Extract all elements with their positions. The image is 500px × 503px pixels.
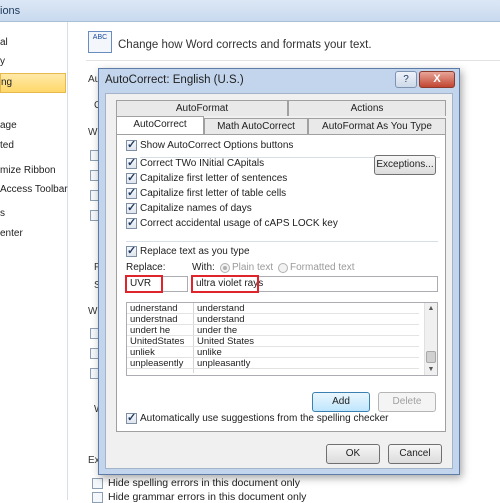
replace-as-you-type-label: Replace text as you type — [140, 246, 250, 257]
capitalize-table-cells-label: Capitalize first letter of table cells — [140, 188, 287, 199]
formatted-text-radio[interactable] — [278, 263, 288, 273]
sidebar-item-customize-ribbon[interactable]: mize Ribbon — [0, 165, 56, 176]
header-divider — [86, 60, 500, 61]
hide-spelling-errors-label: Hide spelling errors in this document on… — [108, 477, 301, 489]
proofing-abc-icon: ABC — [88, 31, 112, 53]
sidebar-item-add-ins[interactable]: s — [0, 208, 5, 219]
capitalize-days-checkbox[interactable] — [126, 201, 137, 214]
tab-actions[interactable]: Actions — [288, 100, 446, 116]
entries-scrollbar[interactable]: ▲ ▼ — [424, 303, 437, 375]
sidebar-item-general[interactable]: al — [0, 37, 8, 48]
replace-as-you-type-checkbox[interactable] — [126, 244, 137, 257]
plain-text-radio[interactable] — [220, 263, 230, 273]
proofing-header-text: Change how Word corrects and formats you… — [118, 39, 372, 51]
entry-from: unpleasently — [130, 358, 184, 369]
sidebar-item-trust-center[interactable]: enter — [0, 228, 23, 239]
tab-autoformat[interactable]: AutoFormat — [116, 100, 288, 116]
options-title-bar: ions — [0, 0, 500, 22]
with-label: With: — [192, 262, 215, 273]
capitalize-days-label: Capitalize names of days — [140, 203, 252, 214]
scroll-down-arrow-icon[interactable]: ▼ — [425, 364, 437, 375]
replace-label: Replace: — [126, 262, 166, 273]
add-button[interactable]: Add — [312, 392, 370, 412]
auto-suggestions-label: Automatically use suggestions from the s… — [140, 413, 389, 424]
show-options-buttons-label: Show AutoCorrect Options buttons — [140, 140, 294, 151]
entry-to: unpleasantly — [197, 358, 251, 369]
entry-from: understnad — [130, 314, 178, 325]
proofing-icon-text: ABC — [92, 34, 108, 41]
tab-autoformat-as-you-type[interactable]: AutoFormat As You Type — [308, 118, 446, 134]
entry-from: unliek — [130, 347, 155, 358]
caps-lock-label: Correct accidental usage of cAPS LOCK ke… — [140, 218, 338, 229]
correct-two-initial-capitals-checkbox[interactable] — [126, 156, 137, 169]
sidebar-item-advanced[interactable]: ted — [0, 140, 14, 151]
correct-two-initial-capitals-label: Correct TWo INitial CApitals — [140, 158, 265, 169]
autocorrect-dialog: AutoCorrect: English (U.S.) ? X AutoForm… — [98, 68, 460, 475]
list-item[interactable]: undert he under the — [127, 325, 419, 336]
list-item[interactable]: UnitedStates United States — [127, 336, 419, 347]
entry-from: UnitedStates — [130, 336, 185, 347]
hide-grammar-errors-label: Hide grammar errors in this document onl… — [108, 491, 307, 503]
capitalize-sentences-checkbox[interactable] — [126, 171, 137, 184]
cancel-button[interactable]: Cancel — [388, 444, 442, 464]
with-highlight — [191, 275, 259, 293]
options-window-title: ions — [0, 5, 21, 17]
caps-lock-checkbox[interactable] — [126, 216, 137, 229]
delete-button[interactable]: Delete — [378, 392, 436, 412]
show-options-buttons-checkbox[interactable] — [126, 138, 137, 151]
close-button[interactable]: X — [419, 71, 455, 88]
entry-to: understand — [197, 303, 245, 314]
sidebar-item-proofing[interactable]: ng — [0, 73, 66, 93]
sidebar-item-quick-access-toolbar[interactable]: Access Toolbar — [0, 184, 68, 195]
options-sidebar: al y ng age ted mize Ribbon Access Toolb… — [0, 22, 68, 500]
list-item[interactable]: unpleasently unpleasantly — [127, 358, 419, 369]
scrollbar-thumb[interactable] — [426, 351, 436, 363]
sidebar-item-language[interactable]: age — [0, 120, 17, 131]
replace-highlight — [125, 275, 163, 293]
help-button[interactable]: ? — [395, 71, 417, 88]
hide-spelling-errors-checkbox[interactable] — [92, 478, 103, 489]
list-item[interactable]: understnad understand — [127, 314, 419, 325]
dialog-body: AutoFormat Actions AutoCorrect Math Auto… — [105, 93, 453, 469]
entry-from: udnerstand — [130, 303, 178, 314]
tab-autocorrect[interactable]: AutoCorrect — [116, 116, 204, 134]
help-icon: ? — [403, 74, 409, 85]
ok-button[interactable]: OK — [326, 444, 380, 464]
exceptions-button[interactable]: Exceptions... — [374, 155, 436, 175]
sidebar-item-display[interactable]: y — [0, 56, 5, 67]
list-item[interactable]: unliek unlike — [127, 347, 419, 358]
entry-to: understand — [197, 314, 245, 325]
dialog-title: AutoCorrect: English (U.S.) — [105, 74, 244, 86]
capitalize-sentences-label: Capitalize first letter of sentences — [140, 173, 288, 184]
capitalize-table-cells-checkbox[interactable] — [126, 186, 137, 199]
entry-to: unlike — [197, 347, 222, 358]
auto-suggestions-checkbox[interactable] — [126, 411, 137, 424]
autocorrect-entries-list[interactable]: udnerstand understand understnad underst… — [126, 302, 438, 376]
list-item[interactable]: udnerstand understand — [127, 303, 419, 314]
tab-math-autocorrect[interactable]: Math AutoCorrect — [204, 118, 308, 134]
formatted-text-label: Formatted text — [290, 262, 355, 273]
entry-to: under the — [197, 325, 238, 336]
separator — [126, 241, 438, 242]
entry-from: undert he — [130, 325, 171, 336]
hide-grammar-errors-checkbox[interactable] — [92, 492, 103, 503]
plain-text-label: Plain text — [232, 262, 274, 273]
scroll-up-arrow-icon[interactable]: ▲ — [425, 303, 437, 314]
close-icon: X — [433, 73, 441, 85]
entry-to: United States — [197, 336, 255, 347]
